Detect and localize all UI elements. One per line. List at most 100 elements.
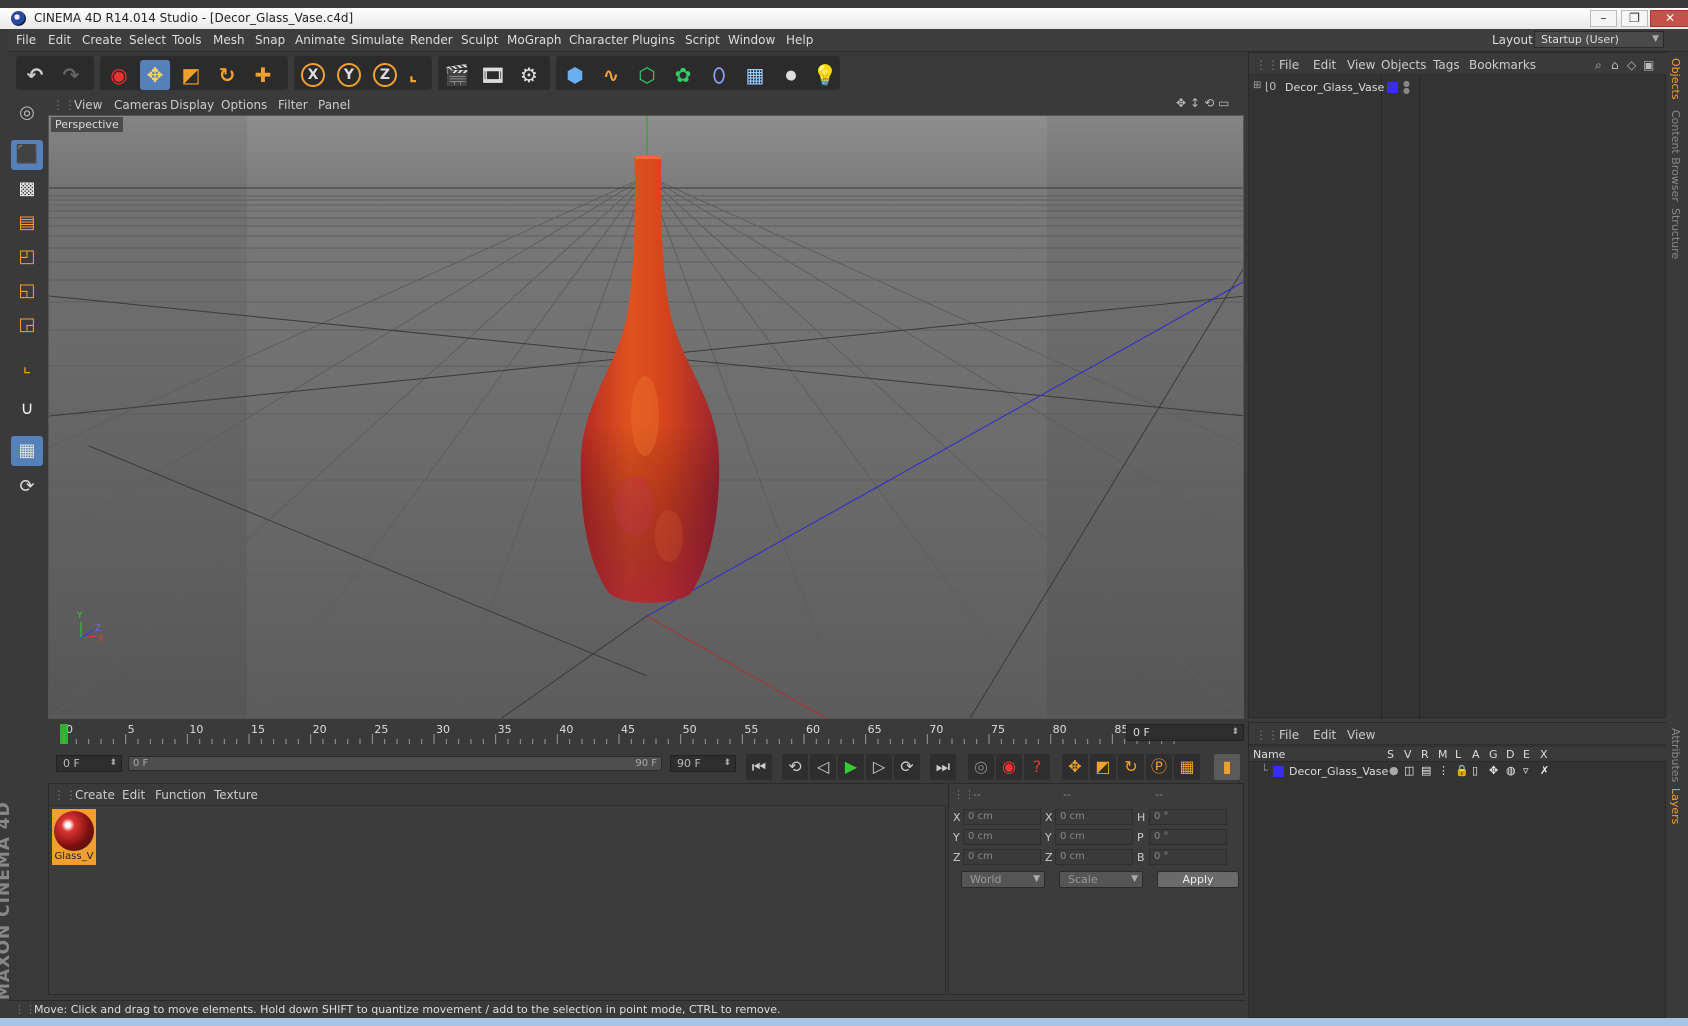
cube-icon[interactable]: ⬢ <box>560 60 590 90</box>
col-xref[interactable]: X <box>1540 748 1548 761</box>
obj-menu-file[interactable]: File <box>1279 58 1299 72</box>
menu-mograph[interactable]: MoGraph <box>507 33 562 47</box>
home-icon[interactable]: ⌂ <box>1611 58 1619 72</box>
texture-mode-icon[interactable]: ▩ <box>11 174 43 204</box>
keyframe-selection-icon[interactable]: ? <box>1024 754 1050 780</box>
create-tool-icon[interactable]: ✚ <box>248 60 278 90</box>
menu-simulate[interactable]: Simulate <box>351 33 404 47</box>
col-manager[interactable]: M <box>1438 748 1448 761</box>
next-frame-icon[interactable]: ▷ <box>866 754 892 780</box>
enable-snap-icon[interactable]: ▦ <box>11 436 43 466</box>
live-selection-icon[interactable]: ◉ <box>104 60 134 90</box>
apply-button[interactable]: Apply <box>1157 871 1239 888</box>
pos-y-field[interactable]: 0 cm <box>963 829 1041 845</box>
mat-menu-texture[interactable]: Texture <box>214 788 258 802</box>
undo-icon[interactable]: ↶ <box>20 60 50 90</box>
obj-menu-objects[interactable]: Objects <box>1381 58 1426 72</box>
light-icon[interactable]: 💡 <box>810 60 840 90</box>
go-to-start-icon[interactable]: ⏮ <box>746 754 772 780</box>
tab-attributes[interactable]: Attributes <box>1669 728 1682 782</box>
layer-row[interactable]: └ Decor_Glass_Vase ● ◫ ▤ ⋮ 🔒 ▯ ✥ ◍ ▿ ✗ <box>1249 764 1667 779</box>
object-row[interactable]: ⊞ ⌊0 Decor_Glass_Vase ● ● <box>1251 80 1655 96</box>
end-frame-field[interactable]: 90 F ⬍ <box>670 755 736 772</box>
coordinate-space-dropdown[interactable]: World ▼ <box>961 871 1045 888</box>
previous-key-icon[interactable]: ⟲ <box>782 754 808 780</box>
coordinate-system-icon[interactable]: ⌞ <box>398 60 428 90</box>
menu-edit[interactable]: Edit <box>48 33 71 47</box>
polygons-mode-icon[interactable]: ◲ <box>11 310 43 340</box>
layout-dropdown[interactable]: Startup (User) ▼ <box>1534 31 1664 48</box>
playhead-marker[interactable] <box>60 724 68 744</box>
xref-toggle-icon[interactable]: ✗ <box>1540 764 1549 777</box>
autokeying-icon[interactable]: ◉ <box>996 754 1022 780</box>
vp-menu-panel[interactable]: Panel <box>318 98 350 112</box>
col-view[interactable]: V <box>1404 748 1412 761</box>
render-settings-icon[interactable]: ⚙ <box>514 60 544 90</box>
menu-snap[interactable]: Snap <box>255 33 285 47</box>
vp-menu-filter[interactable]: Filter <box>278 98 308 112</box>
pos-z-field[interactable]: 0 cm <box>963 849 1041 865</box>
menu-animate[interactable]: Animate <box>295 33 345 47</box>
viewport-navigation-icons[interactable]: ✥↕⟲▭ <box>1176 96 1234 110</box>
obj-menu-view[interactable]: View <box>1347 58 1375 72</box>
obj-menu-edit[interactable]: Edit <box>1313 58 1336 72</box>
workplane-mode-icon[interactable]: ▤ <box>11 208 43 238</box>
render-toggle-icon[interactable]: ▤ <box>1421 764 1431 777</box>
vp-menu-display[interactable]: Display <box>170 98 214 112</box>
start-frame-field[interactable]: 0 F ⬍ <box>56 755 122 772</box>
mat-menu-create[interactable]: Create <box>75 788 115 802</box>
layer-color-swatch[interactable] <box>1273 766 1284 777</box>
maximize-button[interactable]: ❐ <box>1621 10 1648 27</box>
vp-menu-cameras[interactable]: Cameras <box>114 98 167 112</box>
axis-mode-icon[interactable]: ⌞ <box>11 352 43 382</box>
col-locked[interactable]: L <box>1455 748 1461 761</box>
redo-icon[interactable]: ↷ <box>56 60 86 90</box>
menu-character[interactable]: Character <box>569 33 628 47</box>
layer-menu-view[interactable]: View <box>1347 728 1375 742</box>
go-to-end-icon[interactable]: ⏭ <box>930 754 956 780</box>
manager-toggle-icon[interactable]: ⋮ <box>1438 764 1449 777</box>
menu-select[interactable]: Select <box>129 33 166 47</box>
new-panel-icon[interactable]: ▣ <box>1643 58 1654 72</box>
x-axis-lock-button[interactable]: X <box>298 60 328 90</box>
scale-tool-icon[interactable]: ◩ <box>176 60 206 90</box>
timeline-ruler[interactable]: 051015202530354045505560657075808590 <box>48 720 1244 750</box>
timeline-window-icon[interactable]: ▮ <box>1214 754 1240 780</box>
col-deformers[interactable]: D <box>1506 748 1514 761</box>
size-y-field[interactable]: 0 cm <box>1055 829 1133 845</box>
layer-menu-edit[interactable]: Edit <box>1313 728 1336 742</box>
col-name[interactable]: Name <box>1253 748 1285 761</box>
menu-render[interactable]: Render <box>410 33 453 47</box>
animation-toggle-icon[interactable]: ▯ <box>1472 764 1478 777</box>
visibility-dots-icon[interactable]: ● ● <box>1403 80 1410 95</box>
locked-workplane-icon[interactable]: ⟳ <box>11 472 43 502</box>
play-forward-icon[interactable]: ▶ <box>838 754 864 780</box>
close-button[interactable]: ✕ <box>1650 10 1688 27</box>
model-mode-icon[interactable]: ⬛ <box>11 140 43 170</box>
render-to-picture-viewer-icon[interactable]: 🎞 <box>478 60 508 90</box>
next-key-icon[interactable]: ⟳ <box>894 754 920 780</box>
layer-menu-file[interactable]: File <box>1279 728 1299 742</box>
layer-name[interactable]: Decor_Glass_Vase <box>1289 765 1388 778</box>
menu-file[interactable]: File <box>16 33 36 47</box>
tab-objects[interactable]: Objects <box>1669 58 1682 100</box>
viewport-canvas[interactable] <box>49 116 1244 719</box>
key-rotation-icon[interactable]: ↻ <box>1118 754 1144 780</box>
expression-toggle-icon[interactable]: ▿ <box>1523 764 1529 777</box>
key-pla-icon[interactable]: ▦ <box>1174 754 1200 780</box>
lock-toggle-icon[interactable]: 🔒 <box>1455 764 1469 777</box>
key-parameter-icon[interactable]: Ⓟ <box>1146 754 1172 780</box>
menu-help[interactable]: Help <box>786 33 813 47</box>
floor-icon[interactable]: ▦ <box>740 60 770 90</box>
key-scale-icon[interactable]: ◩ <box>1090 754 1116 780</box>
camera-icon[interactable]: ⏺ <box>776 60 806 90</box>
menu-window[interactable]: Window <box>728 33 775 47</box>
menu-create[interactable]: Create <box>82 33 122 47</box>
menu-mesh[interactable]: Mesh <box>213 33 245 47</box>
pos-x-field[interactable]: 0 cm <box>963 809 1041 825</box>
back-icon[interactable]: ◇ <box>1627 58 1636 72</box>
size-mode-dropdown[interactable]: Scale ▼ <box>1059 871 1143 888</box>
array-icon[interactable]: ✿ <box>668 60 698 90</box>
points-mode-icon[interactable]: ◰ <box>11 242 43 272</box>
size-x-field[interactable]: 0 cm <box>1055 809 1133 825</box>
